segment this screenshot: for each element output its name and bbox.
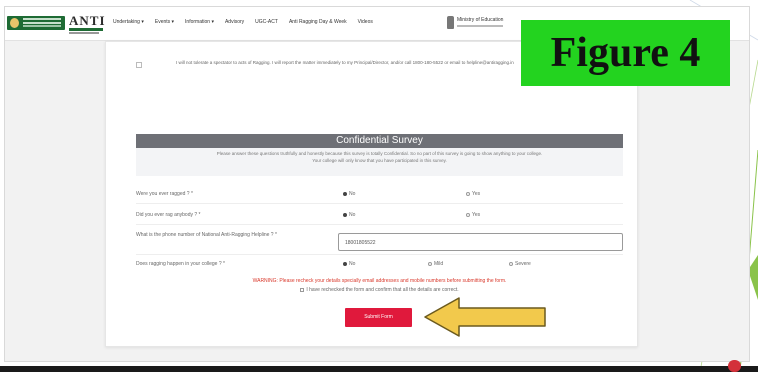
confirm-text: I have rechecked the form and confirm th…	[306, 287, 459, 293]
undertaking-form-card: I will not tolerate a spectator to acts …	[105, 41, 638, 347]
radio-icon	[509, 262, 513, 266]
radio-icon	[428, 262, 432, 266]
question-ragging-in-college: Does ragging happen in your college ? *	[136, 261, 225, 267]
option-college-no[interactable]: No	[343, 261, 355, 267]
question-helpline-number: What is the phone number of National Ant…	[136, 232, 277, 238]
arrow-icon	[424, 297, 546, 337]
pledge-checkbox[interactable]	[136, 62, 142, 68]
survey-note: Please answer these questions truthfully…	[136, 148, 623, 176]
nav-events[interactable]: Events ▾	[155, 19, 174, 25]
question-ever-ragged: Were you ever ragged ? *	[136, 191, 193, 197]
nav-ugc-act[interactable]: UGC-ACT	[255, 19, 278, 25]
record-indicator	[728, 360, 741, 372]
helpline-number-input[interactable]: 18001805522	[338, 233, 623, 251]
radio-icon	[343, 192, 347, 196]
emblem-icon	[447, 16, 454, 29]
nav-advisory[interactable]: Advisory	[225, 19, 244, 25]
survey-note-line2: Your college will only know that you hav…	[312, 158, 447, 163]
nav-videos[interactable]: Videos	[358, 19, 373, 25]
option-rag-no[interactable]: No	[343, 212, 355, 218]
warning-message: WARNING: Please recheck your details spe…	[252, 278, 507, 284]
option-college-severe[interactable]: Severe	[509, 261, 531, 267]
survey-note-line1: Please answer these questions truthfully…	[216, 151, 543, 156]
main-menu: Undertaking ▾ Events ▾ Information ▾ Adv…	[113, 19, 373, 25]
option-ragged-yes[interactable]: Yes	[466, 191, 480, 197]
radio-icon	[343, 213, 347, 217]
option-rag-yes[interactable]: Yes	[466, 212, 480, 218]
ministry-logo[interactable]: Ministry of Education	[447, 16, 509, 30]
submit-form-button[interactable]: Submit Form	[345, 308, 412, 327]
nav-undertaking[interactable]: Undertaking ▾	[113, 19, 144, 25]
radio-icon	[466, 192, 470, 196]
figure-label: Figure 4	[521, 20, 730, 86]
pledge-text: I will not tolerate a spectator to acts …	[176, 60, 514, 65]
anti-logo-word: ANTI	[69, 13, 106, 28]
checkbox-icon[interactable]	[300, 288, 305, 292]
option-college-mild[interactable]: Mild	[428, 261, 443, 267]
nav-anti-ragging-day[interactable]: Anti Ragging Day & Week	[289, 19, 347, 25]
confirm-row[interactable]: I have rechecked the form and confirm th…	[136, 287, 623, 293]
radio-icon	[466, 213, 470, 217]
option-ragged-no[interactable]: No	[343, 191, 355, 197]
ministry-name: Ministry of Education	[457, 17, 504, 23]
nav-information[interactable]: Information ▾	[185, 19, 214, 25]
radio-icon	[343, 262, 347, 266]
anti-ragging-logo[interactable]: ANTI	[69, 14, 107, 34]
government-logo[interactable]	[7, 16, 65, 30]
survey-heading: Confidential Survey	[136, 134, 623, 148]
taskbar-strip	[0, 366, 758, 372]
question-ever-rag: Did you ever rag anybody ? *	[136, 212, 201, 218]
